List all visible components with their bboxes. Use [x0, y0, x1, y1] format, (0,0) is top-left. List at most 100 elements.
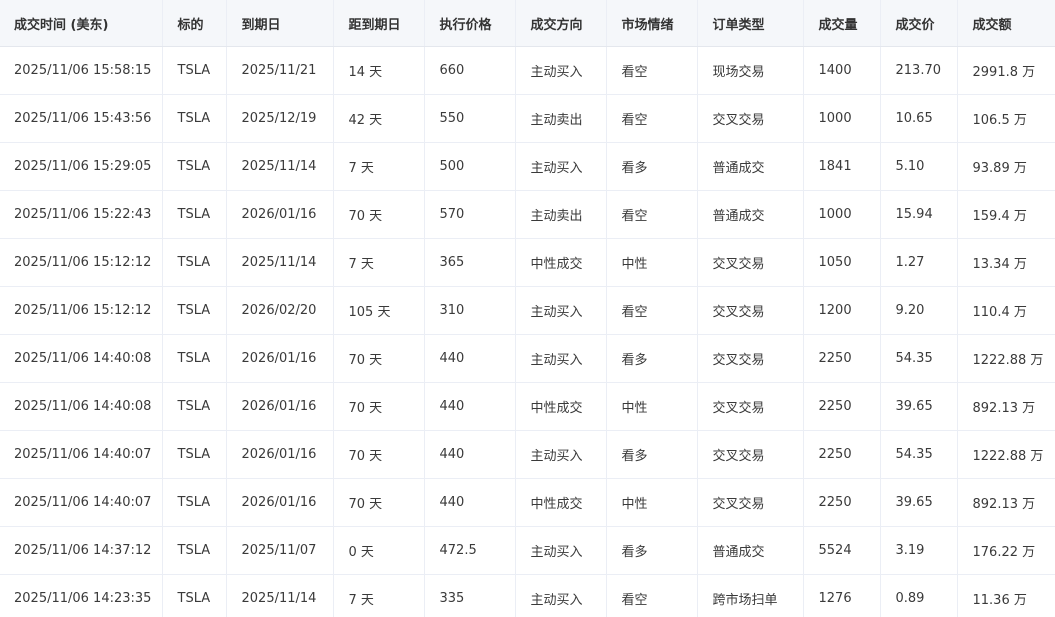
cell-strike-price: 335: [424, 574, 516, 617]
table-row[interactable]: 2025/11/06 15:22:43 TSLA 2026/01/16 70 天 570…: [0, 190, 1055, 239]
cell-volume: 1400: [803, 46, 881, 95]
cell-strike-price: 440: [424, 382, 516, 431]
column-header-strike-price[interactable]: 执行价格: [424, 0, 516, 47]
cell-trade-price: 15.94: [880, 190, 958, 239]
table-row[interactable]: 2025/11/06 15:58:15 TSLA 2025/11/21 14 天 660…: [0, 46, 1055, 95]
column-header-expiry-date[interactable]: 到期日: [226, 0, 334, 47]
cell-strike-price: 440: [424, 334, 516, 383]
cell-trade-side: 主动卖出: [515, 94, 607, 143]
column-header-trade-time[interactable]: 成交时间 (美东): [0, 0, 163, 47]
cell-order-type: 普通成交: [697, 142, 804, 191]
cell-trade-amount: 93.89 万: [957, 142, 1055, 191]
cell-order-type: 交叉交易: [697, 478, 804, 527]
cell-trade-amount: 1222.88 万: [957, 334, 1055, 383]
cell-expiry-date: 2026/01/16: [226, 334, 334, 383]
table-row[interactable]: 2025/11/06 14:37:12 TSLA 2025/11/07 0 天 472.…: [0, 526, 1055, 575]
cell-volume: 2250: [803, 334, 881, 383]
cell-expiry-date: 2025/11/21: [226, 46, 334, 95]
table-row[interactable]: 2025/11/06 15:29:05 TSLA 2025/11/14 7 天 500 主…: [0, 142, 1055, 191]
cell-underlying: TSLA: [162, 94, 227, 143]
cell-trade-time: 2025/11/06 14:40:08: [0, 334, 163, 383]
column-header-days-to-expiry[interactable]: 距到期日: [333, 0, 425, 47]
cell-days-to-expiry: 70 天: [333, 382, 425, 431]
cell-trade-amount: 892.13 万: [957, 478, 1055, 527]
table-row[interactable]: 2025/11/06 14:40:08 TSLA 2026/01/16 70 天 440…: [0, 382, 1055, 431]
cell-trade-side: 主动买入: [515, 286, 607, 335]
cell-trade-side: 中性成交: [515, 478, 607, 527]
cell-strike-price: 660: [424, 46, 516, 95]
cell-trade-amount: 176.22 万: [957, 526, 1055, 575]
cell-days-to-expiry: 105 天: [333, 286, 425, 335]
cell-trade-time: 2025/11/06 14:40:08: [0, 382, 163, 431]
cell-trade-amount: 892.13 万: [957, 382, 1055, 431]
cell-underlying: TSLA: [162, 382, 227, 431]
cell-sentiment: 看多: [606, 430, 698, 479]
cell-sentiment: 看空: [606, 574, 698, 617]
table-row[interactable]: 2025/11/06 15:12:12 TSLA 2026/02/20 105 天 31…: [0, 286, 1055, 335]
column-header-trade-price[interactable]: 成交价: [880, 0, 958, 47]
cell-trade-amount: 1222.88 万: [957, 430, 1055, 479]
cell-trade-amount: 159.4 万: [957, 190, 1055, 239]
cell-sentiment: 看多: [606, 334, 698, 383]
cell-trade-amount: 110.4 万: [957, 286, 1055, 335]
cell-trade-time: 2025/11/06 15:22:43: [0, 190, 163, 239]
table-row[interactable]: 2025/11/06 15:43:56 TSLA 2025/12/19 42 天 550…: [0, 94, 1055, 143]
cell-underlying: TSLA: [162, 574, 227, 617]
cell-trade-price: 213.70: [880, 46, 958, 95]
cell-days-to-expiry: 0 天: [333, 526, 425, 575]
cell-order-type: 交叉交易: [697, 334, 804, 383]
cell-expiry-date: 2026/01/16: [226, 478, 334, 527]
cell-underlying: TSLA: [162, 238, 227, 287]
table-row[interactable]: 2025/11/06 14:40:07 TSLA 2026/01/16 70 天 440…: [0, 478, 1055, 527]
cell-volume: 1276: [803, 574, 881, 617]
column-header-underlying[interactable]: 标的: [162, 0, 227, 47]
cell-days-to-expiry: 70 天: [333, 478, 425, 527]
cell-expiry-date: 2026/01/16: [226, 382, 334, 431]
cell-trade-price: 39.65: [880, 478, 958, 527]
table-body: 2025/11/06 15:58:15 TSLA 2025/11/21 14 天 660…: [0, 46, 1055, 617]
cell-expiry-date: 2025/11/07: [226, 526, 334, 575]
table-row[interactable]: 2025/11/06 14:40:08 TSLA 2026/01/16 70 天 440…: [0, 334, 1055, 383]
cell-order-type: 交叉交易: [697, 382, 804, 431]
cell-trade-side: 主动买入: [515, 334, 607, 383]
cell-expiry-date: 2025/12/19: [226, 94, 334, 143]
cell-trade-price: 54.35: [880, 430, 958, 479]
cell-strike-price: 550: [424, 94, 516, 143]
column-header-volume[interactable]: 成交量: [803, 0, 881, 47]
cell-sentiment: 看空: [606, 190, 698, 239]
cell-days-to-expiry: 42 天: [333, 94, 425, 143]
cell-strike-price: 472.5: [424, 526, 516, 575]
table-row[interactable]: 2025/11/06 15:12:12 TSLA 2025/11/14 7 天 365 中…: [0, 238, 1055, 287]
cell-trade-side: 主动买入: [515, 46, 607, 95]
cell-trade-price: 0.89: [880, 574, 958, 617]
cell-trade-side: 主动买入: [515, 526, 607, 575]
cell-trade-price: 5.10: [880, 142, 958, 191]
cell-trade-price: 39.65: [880, 382, 958, 431]
cell-strike-price: 500: [424, 142, 516, 191]
cell-strike-price: 310: [424, 286, 516, 335]
column-header-order-type[interactable]: 订单类型: [697, 0, 804, 47]
table-row[interactable]: 2025/11/06 14:23:35 TSLA 2025/11/14 7 天 335 主…: [0, 574, 1055, 617]
table-header: 成交时间 (美东) 标的 到期日 距到期日 执行价格 成交方向 市场情绪 订单类…: [0, 0, 1055, 47]
column-header-trade-side[interactable]: 成交方向: [515, 0, 607, 47]
cell-order-type: 交叉交易: [697, 238, 804, 287]
cell-days-to-expiry: 14 天: [333, 46, 425, 95]
table-row[interactable]: 2025/11/06 14:40:07 TSLA 2026/01/16 70 天 440…: [0, 430, 1055, 479]
cell-trade-price: 9.20: [880, 286, 958, 335]
cell-underlying: TSLA: [162, 430, 227, 479]
cell-underlying: TSLA: [162, 142, 227, 191]
cell-trade-amount: 11.36 万: [957, 574, 1055, 617]
cell-underlying: TSLA: [162, 190, 227, 239]
cell-strike-price: 440: [424, 430, 516, 479]
cell-trade-time: 2025/11/06 15:58:15: [0, 46, 163, 95]
column-header-trade-amount[interactable]: 成交额: [957, 0, 1055, 47]
cell-order-type: 交叉交易: [697, 94, 804, 143]
cell-strike-price: 365: [424, 238, 516, 287]
cell-underlying: TSLA: [162, 286, 227, 335]
cell-volume: 1050: [803, 238, 881, 287]
cell-trade-amount: 2991.8 万: [957, 46, 1055, 95]
cell-trade-price: 3.19: [880, 526, 958, 575]
cell-volume: 1000: [803, 190, 881, 239]
column-header-sentiment[interactable]: 市场情绪: [606, 0, 698, 47]
cell-sentiment: 看空: [606, 46, 698, 95]
